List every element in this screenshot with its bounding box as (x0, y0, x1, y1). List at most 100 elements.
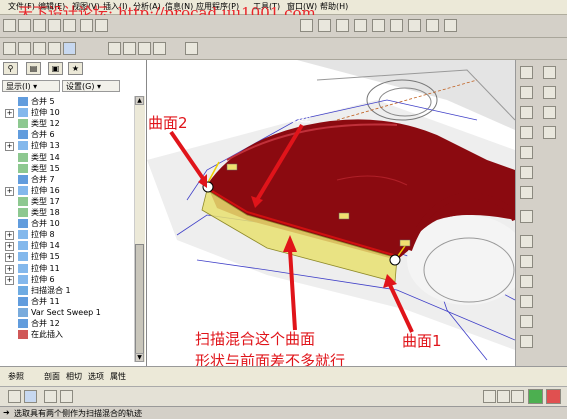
tree-item[interactable]: 扫描混合 1 (2, 285, 132, 296)
graphics-window[interactable]: 曲面2 扫描轨迹 曲面1 扫描混合这个曲面 形状与前面差不多就行 (147, 60, 515, 366)
no-hidden-icon[interactable] (33, 42, 46, 55)
display-dropdown[interactable]: 显示(I) ▾ (2, 80, 60, 92)
verify-icon[interactable] (511, 390, 524, 403)
pause-icon[interactable] (483, 390, 496, 403)
tree-item[interactable]: 在此插入 (2, 329, 132, 340)
settings-dropdown[interactable]: 设置(G) ▾ (62, 80, 120, 92)
reorient-icon[interactable] (390, 19, 403, 32)
open-file-icon[interactable] (18, 19, 31, 32)
orient-icon[interactable] (318, 19, 331, 32)
shell-tool-icon[interactable] (520, 315, 533, 328)
revolve-tool-icon[interactable] (520, 235, 533, 248)
tree-item[interactable]: Var Sect Sweep 1 (2, 307, 132, 318)
tree-item[interactable]: + 拉伸 11 (2, 263, 132, 274)
tree-item[interactable]: 类型 17 (2, 196, 132, 207)
model-tree-tab[interactable]: ⚲ (3, 62, 18, 75)
expand-toggle-icon[interactable]: + (5, 186, 14, 196)
apply-checkmark-icon[interactable] (528, 389, 543, 404)
datum-points-icon[interactable] (138, 42, 151, 55)
csys-icon[interactable] (520, 166, 533, 179)
print-icon[interactable] (48, 19, 61, 32)
scroll-thumb[interactable] (135, 244, 144, 356)
tab-references[interactable]: 参照 (8, 371, 24, 382)
tree-item[interactable]: 类型 12 (2, 118, 132, 129)
surface-option-icon[interactable] (24, 390, 37, 403)
new-file-icon[interactable] (3, 19, 16, 32)
cancel-x-icon[interactable] (546, 389, 561, 404)
layers-tab[interactable]: ▤ (26, 62, 41, 75)
context-help-icon[interactable] (185, 42, 198, 55)
solid-option-icon[interactable] (8, 390, 21, 403)
tab-tangency[interactable]: 相切 (66, 371, 82, 382)
tree-item[interactable]: + 拉伸 6 (2, 274, 132, 285)
extrude-tool-icon[interactable] (520, 210, 533, 223)
tree-scrollbar[interactable]: ▲ ▼ (134, 96, 145, 362)
preview-checkbox-icon[interactable] (497, 390, 510, 403)
view-manager-icon[interactable] (444, 19, 457, 32)
expand-toggle-icon[interactable]: + (5, 253, 14, 263)
tree-item[interactable]: + 拉伸 10 (2, 107, 132, 119)
trim-tool-icon[interactable] (543, 106, 556, 119)
draft-tool-icon[interactable] (520, 335, 533, 348)
tree-item[interactable]: 合并 10 (2, 218, 132, 229)
saved-views-icon[interactable] (408, 19, 421, 32)
layers-icon[interactable] (426, 19, 439, 32)
sweep-tool-icon[interactable] (520, 255, 533, 268)
favorites-tab[interactable]: ★ (68, 62, 83, 75)
scroll-down-icon[interactable]: ▼ (135, 353, 144, 362)
tree-item[interactable]: 类型 14 (2, 152, 132, 163)
tree-item[interactable]: + 拉伸 8 (2, 229, 132, 241)
tree-item[interactable]: 合并 6 (2, 129, 132, 140)
thicken-icon[interactable] (60, 390, 73, 403)
tree-item[interactable]: + 拉伸 15 (2, 251, 132, 263)
tab-properties[interactable]: 属性 (110, 371, 126, 382)
datum-planes-icon[interactable] (108, 42, 121, 55)
tree-item[interactable]: 合并 11 (2, 296, 132, 307)
remove-material-icon[interactable] (44, 390, 57, 403)
tree-item[interactable]: 合并 12 (2, 318, 132, 329)
tab-sections[interactable]: 剖面 (44, 371, 60, 382)
blend-tool-icon[interactable] (520, 275, 533, 288)
expand-toggle-icon[interactable]: + (5, 109, 14, 119)
tab-options[interactable]: 选项 (88, 371, 104, 382)
expand-toggle-icon[interactable]: + (5, 142, 14, 152)
menu-help[interactable]: 帮助(H) (320, 1, 348, 12)
model-3d-view[interactable] (147, 60, 515, 366)
analysis-icon[interactable] (520, 186, 533, 199)
mirror-tool-icon[interactable] (543, 66, 556, 79)
hidden-line-icon[interactable] (18, 42, 31, 55)
pattern-tool-icon[interactable] (543, 126, 556, 139)
coord-sys-icon[interactable] (153, 42, 166, 55)
tree-item[interactable]: + 拉伸 16 (2, 185, 132, 196)
tree-item[interactable]: 合并 5 (2, 96, 132, 107)
wireframe-icon[interactable] (3, 42, 16, 55)
zoom-out-icon[interactable] (354, 19, 367, 32)
scroll-up-icon[interactable]: ▲ (135, 96, 144, 105)
expand-toggle-icon[interactable]: + (5, 242, 14, 252)
datum-curve-icon[interactable] (520, 126, 533, 139)
tree-item[interactable]: 合并 7 (2, 174, 132, 185)
tree-item[interactable]: 类型 18 (2, 207, 132, 218)
zoom-in-icon[interactable] (336, 19, 349, 32)
datum-point-icon[interactable] (520, 146, 533, 159)
tree-item[interactable]: 类型 15 (2, 163, 132, 174)
folder-tab[interactable]: ▣ (48, 62, 63, 75)
expand-toggle-icon[interactable]: + (5, 264, 14, 274)
sketch-icon[interactable] (520, 66, 533, 79)
refit-icon[interactable] (372, 19, 385, 32)
undo-icon[interactable] (80, 19, 93, 32)
merge-tool-icon[interactable] (543, 86, 556, 99)
expand-toggle-icon[interactable]: + (5, 231, 14, 241)
shading-icon[interactable] (48, 42, 61, 55)
datum-axes-icon[interactable] (123, 42, 136, 55)
email-icon[interactable] (63, 19, 76, 32)
datum-axis-icon[interactable] (520, 106, 533, 119)
tree-item[interactable]: + 拉伸 13 (2, 140, 132, 152)
repaint-icon[interactable] (300, 19, 313, 32)
expand-toggle-icon[interactable]: + (5, 275, 14, 285)
tree-item[interactable]: + 拉伸 14 (2, 240, 132, 252)
datum-plane-icon[interactable] (520, 86, 533, 99)
save-icon[interactable] (33, 19, 46, 32)
round-tool-icon[interactable] (520, 295, 533, 308)
shaded-edges-icon[interactable] (63, 42, 76, 55)
